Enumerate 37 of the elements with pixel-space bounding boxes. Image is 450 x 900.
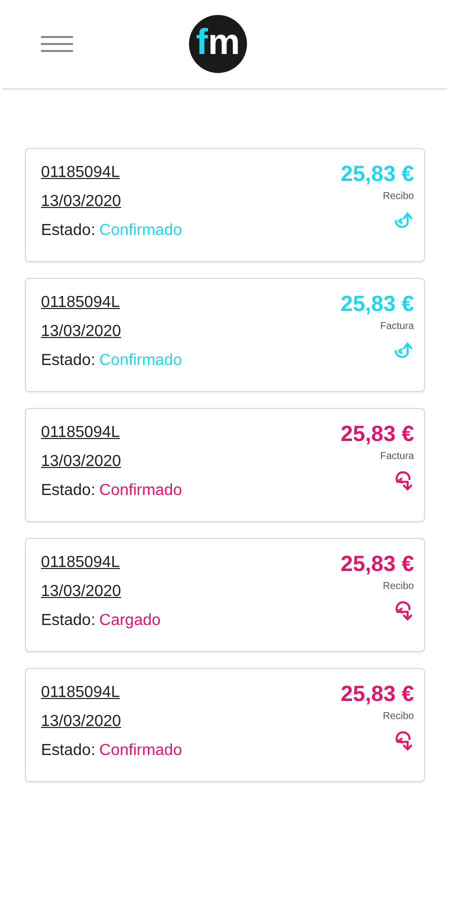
- logo: fm: [189, 15, 247, 73]
- date-link[interactable]: 13/03/2020: [41, 450, 182, 474]
- document-type: Factura: [380, 320, 414, 334]
- movement-card[interactable]: 01185094L 13/03/2020 Estado: Cargado 25,83 € Recibo: [25, 538, 425, 652]
- reference-link[interactable]: 01185094L: [41, 291, 182, 315]
- status-label: Estado:: [41, 221, 96, 241]
- document-type: Factura: [380, 450, 414, 464]
- status-label: Estado:: [41, 351, 96, 371]
- movement-card[interactable]: 01185094L 13/03/2020 Estado: Confirmado 25,83 € Recibo: [25, 668, 425, 782]
- amount: 25,83 €: [340, 421, 414, 447]
- amount: 25,83 €: [340, 291, 414, 317]
- date-link[interactable]: 13/03/2020: [41, 320, 182, 344]
- movement-card[interactable]: 01185094L 13/03/2020 Estado: Confirmado 25,83 € Factura: [25, 278, 425, 392]
- document-type: Recibo: [382, 580, 414, 594]
- status-label: Estado:: [41, 741, 96, 761]
- document-type: Recibo: [382, 710, 414, 724]
- amount: 25,83 €: [340, 551, 414, 577]
- status-value: Confirmado: [99, 741, 182, 761]
- amount: 25,83 €: [340, 681, 414, 707]
- status-value: Confirmado: [99, 481, 182, 501]
- movement-card[interactable]: 01185094L 13/03/2020 Estado: Confirmado 25,83 € Recibo: [25, 148, 425, 262]
- movement-card[interactable]: 01185094L 13/03/2020 Estado: Confirmado 25,83 € Factura: [25, 408, 425, 522]
- menu-icon[interactable]: [41, 35, 73, 53]
- document-type: Recibo: [382, 190, 414, 204]
- status-label: Estado:: [41, 611, 96, 631]
- date-link[interactable]: 13/03/2020: [41, 190, 182, 214]
- reference-link[interactable]: 01185094L: [41, 551, 161, 575]
- date-link[interactable]: 13/03/2020: [41, 580, 161, 604]
- status-value: Confirmado: [99, 351, 182, 371]
- reference-link[interactable]: 01185094L: [41, 421, 182, 445]
- amount: 25,83 €: [340, 161, 414, 187]
- status-value: Cargado: [99, 611, 161, 631]
- date-link[interactable]: 13/03/2020: [41, 710, 182, 734]
- reference-link[interactable]: 01185094L: [41, 681, 182, 705]
- reference-link[interactable]: 01185094L: [41, 161, 182, 185]
- status-label: Estado:: [41, 481, 96, 501]
- status-value: Confirmado: [99, 221, 182, 241]
